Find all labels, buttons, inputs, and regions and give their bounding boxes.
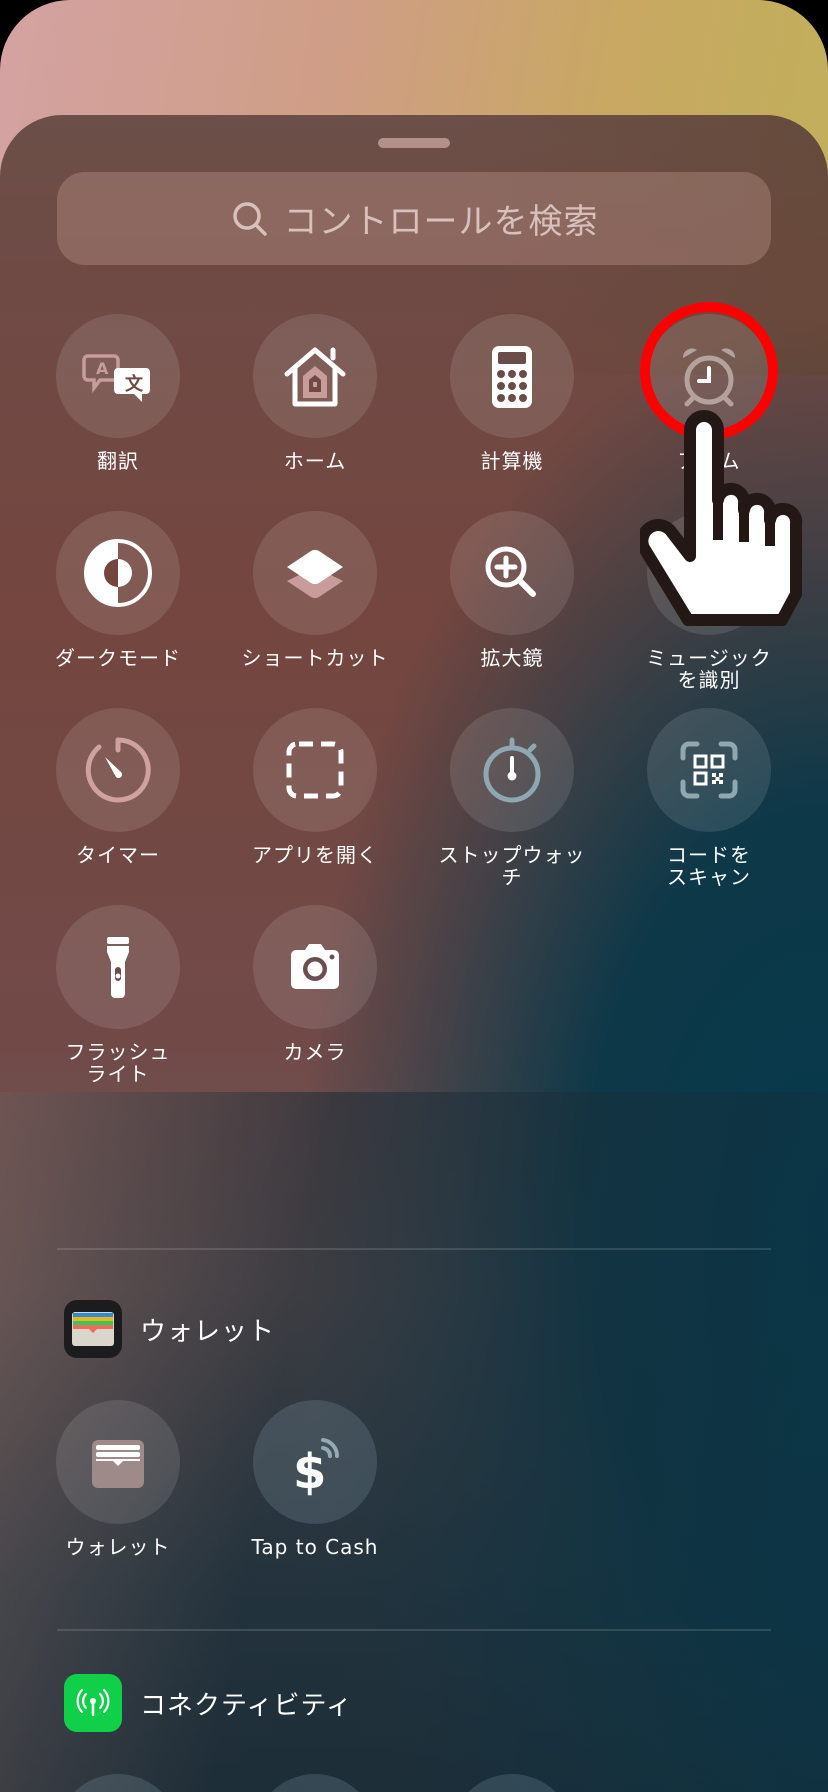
svg-text:A: A [96, 359, 109, 378]
section-header-wallet: ウォレット [64, 1300, 275, 1358]
control-label: ホーム [283, 449, 347, 473]
control-cellular[interactable] [217, 1774, 413, 1792]
svg-text:$: $ [293, 1444, 326, 1500]
stopwatch-icon [483, 737, 541, 803]
section-divider [57, 1629, 771, 1631]
qr-scan-icon [680, 741, 738, 799]
control-label: 翻訳 [97, 449, 139, 473]
control-wallet[interactable]: ウォレット [20, 1400, 216, 1558]
control-translate[interactable]: A 文 翻訳 [20, 314, 216, 472]
control-scan-code[interactable]: コードを スキャン [611, 708, 807, 888]
control-shortcuts[interactable]: ショートカット [217, 511, 413, 669]
control-stopwatch[interactable]: ストップウォッ チ [414, 708, 610, 888]
control-camera[interactable]: カメラ [217, 905, 413, 1063]
section-divider [57, 1248, 771, 1250]
calculator-icon [492, 346, 532, 408]
svg-text:文: 文 [125, 373, 144, 395]
tap-to-cash-icon: $ [293, 1438, 340, 1500]
camera-icon [291, 944, 339, 989]
wallet-app-icon [64, 1300, 122, 1358]
translate-icon: A 文 [82, 354, 150, 402]
control-label: コードを スキャン [667, 843, 751, 889]
control-open-app[interactable]: アプリを開く [217, 708, 413, 866]
control-label: ウォレット [65, 1535, 171, 1559]
control-label: アプリを開く [252, 843, 378, 867]
section-header-connectivity: コネクティビティ [64, 1674, 353, 1732]
control-label: タイマー [76, 843, 160, 867]
control-unlink[interactable] [414, 1774, 610, 1792]
section-title: ウォレット [140, 1316, 276, 1347]
control-label: ミュージック を識別 [646, 646, 772, 692]
flashlight-icon [107, 937, 129, 998]
shortcuts-icon [287, 549, 343, 599]
control-label: 拡大鏡 [480, 646, 544, 670]
control-label: Tap to Cash [251, 1535, 379, 1559]
open-app-icon [286, 741, 344, 799]
home-icon [284, 347, 346, 407]
control-label: 計算機 [480, 449, 544, 473]
section-title: コネクティビティ [140, 1690, 353, 1721]
control-timer[interactable]: タイマー [20, 708, 216, 866]
connectivity-app-icon [64, 1674, 122, 1732]
control-label: ストップウォッ チ [438, 843, 586, 889]
control-home[interactable]: ホーム [217, 314, 413, 472]
control-dark-mode[interactable]: ダークモード [20, 511, 216, 669]
control-calculator[interactable]: 計算機 [414, 314, 610, 472]
hand-pointer-icon [640, 410, 803, 626]
control-airplane-mode[interactable] [20, 1774, 216, 1792]
control-flashlight[interactable]: フラッシュ ライト [20, 905, 216, 1085]
dark-mode-icon [84, 539, 152, 607]
wallet-icon [92, 1440, 144, 1488]
control-label: カメラ [283, 1040, 347, 1064]
control-magnifier[interactable]: 拡大鏡 [414, 511, 610, 669]
control-label: フラッシュ ライト [65, 1040, 171, 1086]
control-label: ショートカット [241, 646, 389, 670]
timer-icon [85, 737, 151, 803]
control-tap-to-cash[interactable]: $ Tap to Cash [217, 1400, 413, 1558]
control-label: ダークモード [55, 646, 181, 670]
magnifier-icon [485, 546, 536, 597]
